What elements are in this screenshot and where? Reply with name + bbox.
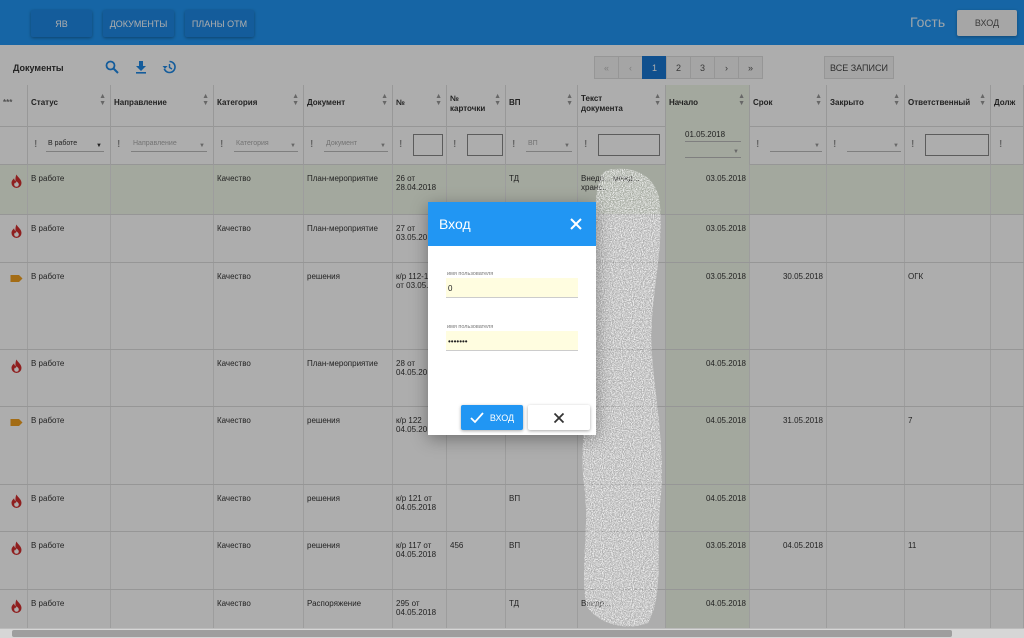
close-icon[interactable] — [568, 216, 584, 232]
dialog-title: Вход — [439, 216, 471, 232]
password-field[interactable]: ••••••• — [446, 331, 578, 351]
scrollbar-thumb[interactable] — [12, 630, 952, 637]
username-label: имя пользователя — [447, 271, 494, 277]
login-dialog: Вход имя пользователя 0 имя пользователя… — [428, 202, 596, 435]
login-submit-label: ВХОД — [489, 412, 515, 423]
close-icon — [553, 412, 565, 423]
checkmark-icon — [470, 411, 484, 423]
username-field[interactable]: 0 — [446, 278, 578, 298]
cancel-button[interactable] — [528, 405, 590, 430]
password-label: имя пользователя — [447, 324, 494, 330]
dialog-header: Вход — [428, 202, 596, 246]
horizontal-scrollbar[interactable] — [0, 628, 1024, 638]
login-submit-button[interactable]: ВХОД — [461, 405, 523, 430]
